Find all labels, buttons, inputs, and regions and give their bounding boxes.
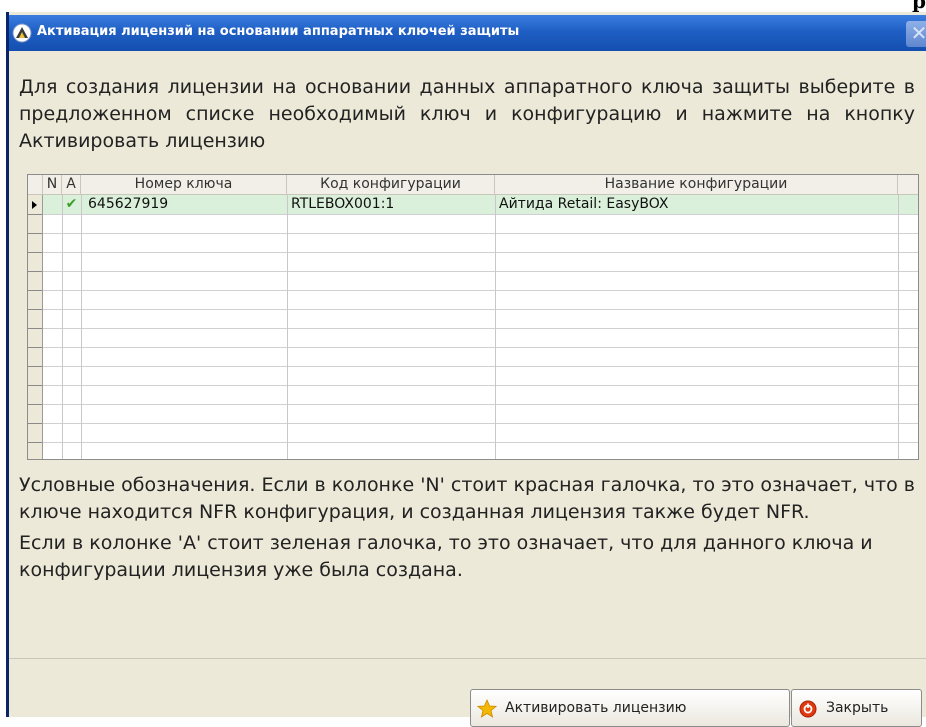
header-config-code[interactable]: Код конфигурации <box>287 175 495 194</box>
close-circle-icon <box>799 700 817 718</box>
table-row[interactable] <box>43 195 918 214</box>
table-header: N A Номер ключа Код конфигурации Названи… <box>28 175 918 195</box>
row-indicator-column <box>28 195 43 459</box>
keys-table[interactable]: N A Номер ключа Код конфигурации Названи… <box>27 174 919 460</box>
window-close-button[interactable]: ✕ <box>906 21 926 47</box>
star-icon <box>477 699 497 718</box>
footer-divider <box>9 658 926 659</box>
dialog-window: Активация лицензий на основании аппаратн… <box>6 12 926 727</box>
legend-paragraph-n: Условные обозначения. Если в колонке 'N'… <box>19 474 916 523</box>
app-icon <box>12 23 32 43</box>
intro-text: Для создания лицензии на основании данны… <box>19 76 915 152</box>
window-title: Активация лицензий на основании аппаратн… <box>37 24 520 39</box>
close-button[interactable]: Закрыть <box>791 689 922 727</box>
close-icon: ✕ <box>910 21 926 45</box>
header-config-name[interactable]: Название конфигурации <box>495 175 898 194</box>
close-label: Закрыть <box>826 700 889 716</box>
header-n[interactable]: N <box>43 175 62 194</box>
legend-paragraph-a: Если в колонке 'A' стоит зеленая галочка… <box>19 532 873 581</box>
activate-license-label: Активировать лицензию <box>505 700 687 716</box>
cell-n[interactable] <box>43 195 62 214</box>
header-key-number[interactable]: Номер ключа <box>81 175 287 194</box>
activate-license-button[interactable]: Активировать лицензию <box>470 689 790 727</box>
header-a[interactable]: A <box>62 175 81 194</box>
header-indicator <box>28 175 43 194</box>
title-bar[interactable]: Активация лицензий на основании аппаратн… <box>9 15 926 51</box>
current-row-arrow-icon <box>32 201 37 209</box>
green-check-icon[interactable]: ✔ <box>62 195 81 214</box>
legend-text: Условные обозначения. Если в колонке 'N'… <box>19 472 919 584</box>
cell-config-name[interactable]: Айтида Retail: EasyBOX <box>499 195 668 214</box>
cell-config-code[interactable]: RTLEBOX001:1 <box>291 195 394 214</box>
cell-key-number[interactable]: 645627919 <box>88 195 168 214</box>
